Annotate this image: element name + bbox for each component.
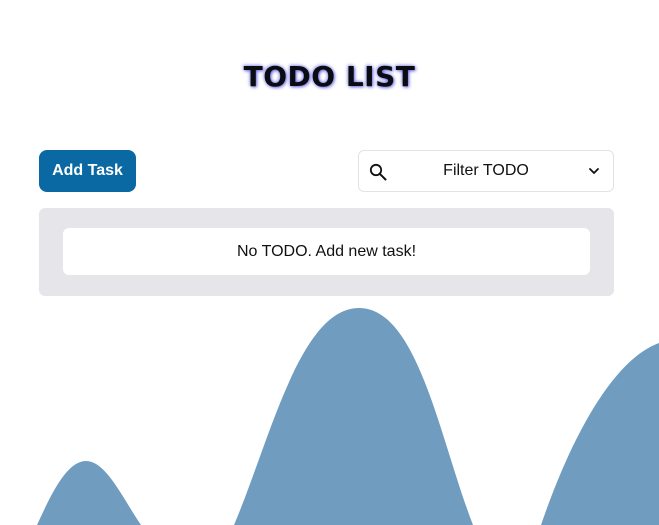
empty-state-message: No TODO. Add new task!	[63, 228, 590, 275]
filter-selected-value: Filter TODO	[443, 162, 529, 179]
filter-select[interactable]: Filter TODO	[358, 150, 614, 192]
search-icon	[369, 163, 387, 181]
chevron-down-icon	[589, 168, 599, 174]
add-task-button[interactable]: Add Task	[39, 150, 136, 192]
todo-list-panel: No TODO. Add new task!	[39, 208, 614, 296]
todo-app: TODO LIST Add Task Filter TODO No TODO. …	[0, 0, 659, 525]
page-title: TODO LIST	[243, 60, 416, 93]
